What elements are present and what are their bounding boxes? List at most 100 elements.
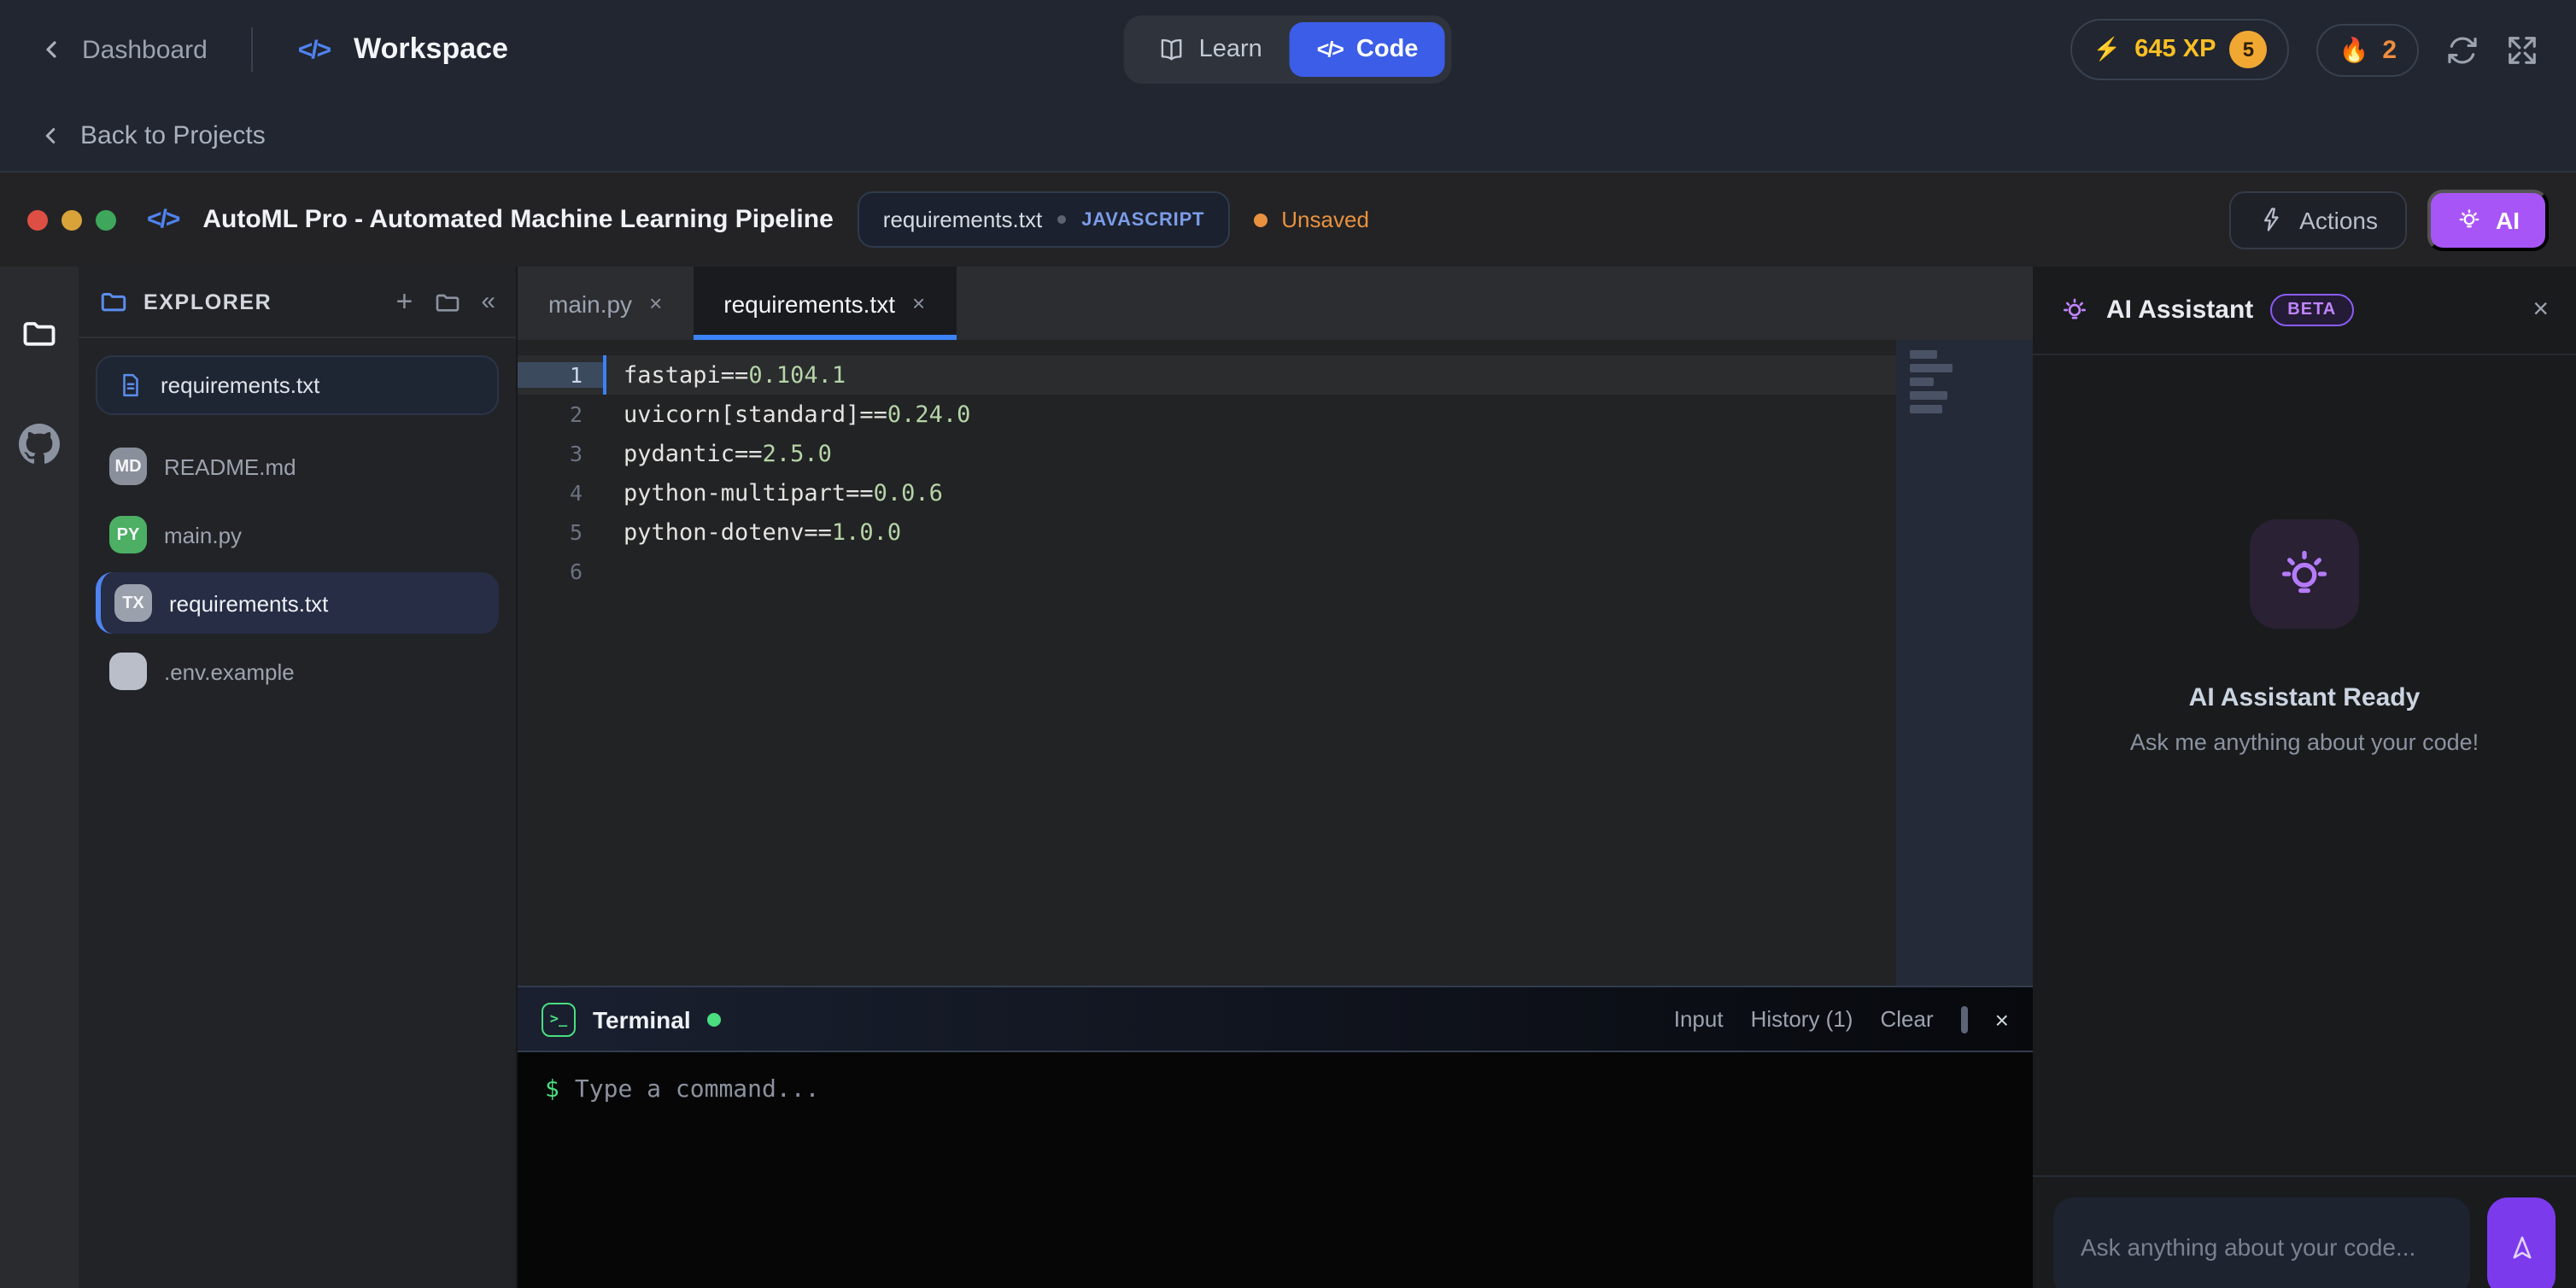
minimap-line: [1910, 405, 1942, 413]
active-file-chip: requirements.txt JAVASCRIPT: [858, 191, 1231, 248]
tab-requirements-txt[interactable]: requirements.txt ×: [693, 266, 956, 340]
lightning-outline-icon: [2258, 207, 2284, 232]
ai-ready-subtitle: Ask me anything about your code!: [2130, 729, 2479, 755]
current-file-card[interactable]: requirements.txt: [96, 355, 499, 415]
chevron-left-icon: [38, 122, 63, 148]
minimap-line: [1910, 364, 1952, 372]
code-line: 2 uvicorn[standard]==0.24.0: [518, 395, 1896, 434]
workspace-title: Workspace: [354, 32, 508, 67]
code-label: Code: [1356, 36, 1419, 63]
top-bar-right: ⚡ 645 XP 5 🔥 2: [2071, 19, 2538, 80]
close-icon[interactable]: ×: [912, 290, 925, 316]
file-type-badge: [109, 653, 147, 690]
minimize-window-dot[interactable]: [61, 209, 82, 230]
file-list: MD README.md PY main.py TX requirements.…: [79, 436, 516, 702]
code-line: 6: [518, 552, 1896, 591]
dashboard-label: Dashboard: [82, 35, 208, 64]
actions-button[interactable]: Actions: [2229, 190, 2407, 249]
line-number: 4: [518, 480, 603, 506]
current-file-name: requirements.txt: [161, 372, 319, 398]
code-brackets-icon: </>: [147, 205, 179, 234]
streak-badge: 🔥 2: [2316, 23, 2419, 76]
unsaved-label: Unsaved: [1281, 207, 1369, 232]
terminal-command-input[interactable]: [575, 1076, 1258, 1104]
terminal-actions: Input History (1) Clear ×: [1674, 1005, 2009, 1033]
ai-button[interactable]: AI: [2427, 189, 2549, 250]
learn-label: Learn: [1199, 36, 1262, 63]
explorer-title: EXPLORER: [143, 290, 272, 313]
maximize-window-dot[interactable]: [96, 209, 116, 230]
terminal-title: Terminal: [593, 1005, 691, 1033]
code-text: pydantic==2.5.0: [624, 440, 832, 467]
ai-question-input[interactable]: [2053, 1197, 2470, 1288]
unsaved-dot: [1254, 213, 1268, 226]
new-folder-icon[interactable]: [433, 288, 460, 315]
terminal-clear-button[interactable]: Clear: [1880, 1006, 1933, 1032]
editor-tab-bar: main.py × requirements.txt ×: [518, 266, 2033, 340]
code-text: uvicorn[standard]==0.24.0: [624, 401, 970, 428]
terminal-icon: >_: [542, 1002, 576, 1036]
lightbulb-icon: [2277, 547, 2332, 601]
ai-panel-title: AI Assistant: [2106, 296, 2253, 325]
close-icon[interactable]: ×: [2532, 295, 2549, 325]
close-icon[interactable]: ×: [649, 290, 662, 316]
project-title: AutoML Pro - Automated Machine Learning …: [202, 205, 833, 234]
close-icon[interactable]: ×: [1995, 1005, 2009, 1033]
window-traffic-lights: [27, 209, 116, 230]
code-editor[interactable]: 1 fastapi==0.104.1 2 uvicorn[standard]==…: [518, 340, 1896, 986]
github-icon[interactable]: [19, 424, 60, 465]
code-brackets-icon: </>: [1317, 38, 1343, 61]
file-name: .env.example: [164, 659, 295, 684]
dot-separator: [1057, 215, 1066, 224]
back-to-projects-button[interactable]: Back to Projects: [38, 120, 266, 149]
terminal-input-button[interactable]: Input: [1674, 1006, 1724, 1032]
back-to-projects-label: Back to Projects: [80, 120, 266, 149]
line-number: 3: [518, 441, 603, 466]
code-line: 5 python-dotenv==1.0.0: [518, 512, 1896, 552]
level-badge: 5: [2229, 31, 2267, 68]
explorer-header: EXPLORER + «: [79, 266, 516, 338]
unsaved-status: Unsaved: [1254, 207, 1369, 232]
book-icon: [1158, 36, 1186, 63]
line-number: 2: [518, 401, 603, 427]
code-line: 1 fastapi==0.104.1: [518, 355, 1896, 395]
beta-badge: BETA: [2270, 294, 2353, 326]
ai-label: AI: [2496, 206, 2520, 233]
file-row-env-example[interactable]: .env.example: [96, 641, 499, 702]
refresh-icon[interactable]: [2446, 33, 2479, 66]
line-number: 1: [518, 362, 603, 388]
fire-icon: 🔥: [2339, 35, 2368, 64]
file-row-readme[interactable]: MD README.md: [96, 436, 499, 497]
file-type-badge: MD: [109, 448, 147, 485]
close-window-dot[interactable]: [27, 209, 48, 230]
tab-main-py[interactable]: main.py ×: [518, 266, 693, 340]
streak-count: 2: [2382, 35, 2397, 64]
workspace-app: Dashboard </> Workspace Learn </> Code ⚡…: [0, 0, 2576, 1288]
explorer-actions: + «: [395, 287, 495, 316]
code-brackets-icon: </>: [298, 35, 330, 64]
ai-input-area: [2033, 1175, 2576, 1288]
terminal-panel: >_ Terminal Input History (1) Clear × $: [518, 986, 2033, 1288]
dashboard-back-button[interactable]: Dashboard: [38, 35, 208, 64]
files-view-icon[interactable]: [20, 314, 58, 352]
project-bar: </> AutoML Pro - Automated Machine Learn…: [0, 173, 2576, 266]
lightning-bolt-icon: ⚡: [2093, 36, 2121, 63]
new-file-icon[interactable]: +: [395, 287, 413, 316]
file-row-requirements[interactable]: TX requirements.txt: [96, 572, 499, 634]
file-row-main-py[interactable]: PY main.py: [96, 504, 499, 565]
editor-minimap[interactable]: [1896, 340, 2033, 986]
send-button[interactable]: [2487, 1197, 2556, 1288]
terminal-history-button[interactable]: History (1): [1751, 1006, 1853, 1032]
learn-mode-button[interactable]: Learn: [1131, 22, 1290, 77]
file-language-label: JAVASCRIPT: [1081, 209, 1204, 230]
file-type-badge: PY: [109, 516, 147, 553]
minimap-line: [1910, 378, 1934, 386]
xp-badge: ⚡ 645 XP 5: [2071, 19, 2290, 80]
divider: [252, 27, 254, 72]
fullscreen-icon[interactable]: [2506, 33, 2538, 66]
editor-body: 1 fastapi==0.104.1 2 uvicorn[standard]==…: [518, 340, 2033, 986]
main-area: EXPLORER + « requirements.txt MD: [0, 266, 2576, 1288]
code-mode-button[interactable]: </> Code: [1290, 22, 1446, 77]
ai-panel-header: AI Assistant BETA ×: [2033, 266, 2576, 355]
collapse-panel-icon[interactable]: «: [481, 289, 495, 314]
